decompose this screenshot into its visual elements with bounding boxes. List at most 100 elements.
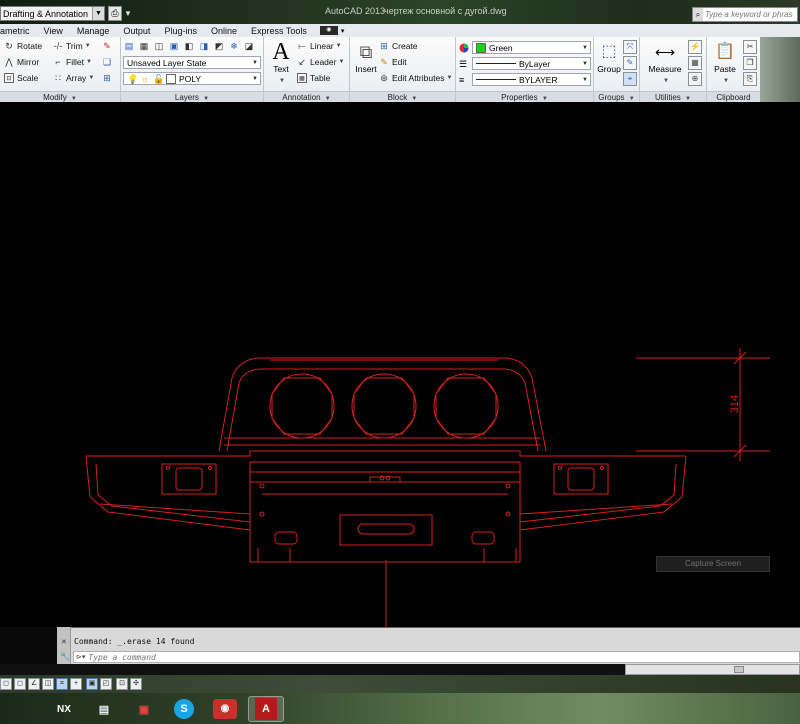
tab-online[interactable]: Online bbox=[204, 26, 244, 36]
tpy-icon[interactable]: ◰ bbox=[100, 678, 112, 690]
chevron-down-icon: ▼ bbox=[88, 75, 95, 81]
group-button[interactable]: ⬚ Group bbox=[596, 40, 622, 74]
tab-plug-ins[interactable]: Plug-ins bbox=[157, 26, 204, 36]
bumper-drawing: 314 bbox=[85, 348, 770, 627]
layer-state-dropdown[interactable]: Unsaved Layer State ▼ bbox=[123, 56, 261, 69]
clipboard-panel-title[interactable]: Clipboard bbox=[707, 91, 760, 102]
paste-button[interactable]: 📋 Paste ▼ bbox=[710, 40, 740, 84]
tab-manage[interactable]: Manage bbox=[70, 26, 117, 36]
utility-icon[interactable]: ▣ bbox=[126, 696, 162, 722]
tab-output[interactable]: Output bbox=[116, 26, 157, 36]
copy-objects-button[interactable]: ❏ bbox=[102, 57, 115, 67]
color-value: Green bbox=[489, 42, 513, 53]
drawing-canvas[interactable]: 314 Capture Screen bbox=[0, 102, 800, 627]
workspace-dropdown[interactable]: Drafting & Annotation ▼ bbox=[0, 6, 105, 21]
help-search-box[interactable]: ⌕ bbox=[692, 7, 798, 22]
table-button[interactable]: ▦ Table bbox=[297, 73, 330, 83]
fillet-button[interactable]: ⌐ Fillet ▼ bbox=[53, 57, 92, 67]
layer-freeze-icon[interactable]: ❄ bbox=[229, 41, 239, 51]
color-dropdown[interactable]: Green ▼ bbox=[472, 41, 591, 54]
command-input[interactable] bbox=[88, 652, 689, 662]
quick-select-icon[interactable]: ⚡ bbox=[688, 40, 702, 54]
sc-icon[interactable]: ✣ bbox=[130, 678, 142, 690]
command-prompt-icon[interactable]: ⊳▾ bbox=[76, 653, 85, 661]
copy-icon[interactable]: ❐ bbox=[743, 56, 757, 70]
plot-icon[interactable]: ⎙ bbox=[108, 6, 122, 21]
lineweight-dropdown[interactable]: BYLAYER ▼ bbox=[472, 73, 591, 86]
layer-off-icon[interactable]: ◪ bbox=[244, 41, 254, 51]
modify-panel-title[interactable]: Modify ▼ bbox=[0, 91, 120, 102]
text-button[interactable]: A Text ▼ bbox=[268, 40, 294, 84]
camera-app-icon[interactable]: ◉ bbox=[207, 696, 243, 722]
ducs-icon[interactable]: ⌗ bbox=[56, 678, 68, 690]
erase-button[interactable]: ✎ bbox=[102, 41, 115, 51]
make-current-icon[interactable]: ◫ bbox=[154, 41, 164, 51]
ungroup-icon[interactable]: ⤧ bbox=[623, 40, 637, 54]
calculator-icon[interactable]: ▦ bbox=[688, 56, 702, 70]
group-select-icon[interactable]: ⌖ bbox=[623, 72, 637, 86]
scrollbar-thumb[interactable] bbox=[734, 666, 744, 673]
otrack-icon[interactable]: ◫ bbox=[42, 678, 54, 690]
edit-attributes-button[interactable]: ⊛ Edit Attributes ▼ bbox=[379, 73, 452, 83]
measure-button[interactable]: ⟷ Measure ▼ bbox=[646, 40, 684, 84]
capture-screen-button[interactable]: Capture Screen bbox=[656, 556, 770, 572]
match-properties-icon[interactable] bbox=[459, 43, 469, 53]
layers-panel-title[interactable]: Layers ▼ bbox=[121, 91, 263, 102]
offset-button[interactable]: ⊞ bbox=[102, 73, 115, 83]
linear-button[interactable]: ⟝ Linear ▼ bbox=[297, 41, 341, 51]
layer-isolate-icon[interactable]: ◨ bbox=[199, 41, 209, 51]
trim-button[interactable]: -/- Trim ▼ bbox=[53, 41, 91, 51]
osnap-icon[interactable]: ∠ bbox=[28, 678, 40, 690]
copy-with-basepoint-icon[interactable]: ⎘ bbox=[743, 72, 757, 86]
layer-properties-icon[interactable]: ▤ bbox=[124, 41, 134, 51]
layer-dropdown[interactable]: 💡 ☼ 🔓 POLY ▼ bbox=[123, 72, 261, 85]
utilities-panel-title[interactable]: Utilities ▼ bbox=[640, 91, 706, 102]
groups-panel-title[interactable]: Groups ▼ bbox=[594, 91, 639, 102]
properties-panel-title[interactable]: Properties ▼ bbox=[456, 91, 593, 102]
horizontal-scrollbar[interactable] bbox=[625, 664, 800, 675]
chevron-down-icon[interactable]: ▾ bbox=[341, 27, 345, 35]
quick-access-dropdown-icon[interactable]: ▼ bbox=[124, 9, 132, 18]
layer-previous-icon[interactable]: ◧ bbox=[184, 41, 194, 51]
wrench-icon[interactable]: 🔧 bbox=[60, 652, 70, 661]
id-point-icon[interactable]: ⊕ bbox=[688, 72, 702, 86]
dyn-icon[interactable]: + bbox=[70, 678, 82, 690]
group-icon: ⬚ bbox=[601, 43, 617, 60]
cut-icon[interactable]: ✂ bbox=[743, 40, 757, 54]
linetype-dropdown[interactable]: ByLayer ▼ bbox=[472, 57, 591, 70]
scale-button[interactable]: ⊡ Scale bbox=[4, 73, 38, 83]
fillet-icon: ⌐ bbox=[55, 57, 61, 67]
qp-icon[interactable]: ⊡ bbox=[116, 678, 128, 690]
help-search-input[interactable] bbox=[703, 10, 793, 19]
annotation-panel-title[interactable]: Annotation ▼ bbox=[264, 91, 349, 102]
edit-block-button[interactable]: ✎ Edit bbox=[379, 57, 406, 67]
polar-icon[interactable]: ◻ bbox=[14, 678, 26, 690]
lwt-icon[interactable]: ▣ bbox=[86, 678, 98, 690]
layer-match-icon[interactable]: ▣ bbox=[169, 41, 179, 51]
create-block-button[interactable]: ⊞ Create bbox=[379, 41, 417, 51]
ortho-icon[interactable]: ◻ bbox=[0, 678, 12, 690]
tab-parametric[interactable]: Parametric bbox=[0, 26, 37, 36]
unlock-icon: 🔓 bbox=[153, 73, 165, 84]
tab-view[interactable]: View bbox=[37, 26, 70, 36]
layer-state-icon[interactable]: ▦ bbox=[139, 41, 149, 51]
leader-button[interactable]: ↙ Leader ▼ bbox=[297, 57, 344, 67]
tab-express-tools[interactable]: Express Tools bbox=[244, 26, 314, 36]
rotate-button[interactable]: ↻ Rotate bbox=[4, 41, 42, 51]
autocad-icon[interactable]: A bbox=[248, 696, 284, 722]
array-button[interactable]: ∷ Array ▼ bbox=[53, 73, 94, 83]
group-edit-icon[interactable]: ✎ bbox=[623, 56, 637, 70]
layer-unisolate-icon[interactable]: ◩ bbox=[214, 41, 224, 51]
command-history: Command: _.erase 14 found bbox=[74, 637, 195, 646]
command-input-box[interactable]: ⊳▾ bbox=[73, 651, 800, 663]
winch-fairlead bbox=[357, 523, 415, 535]
nx-icon[interactable]: NX bbox=[46, 696, 82, 722]
ribbon-minimize-toggle[interactable]: ◉ bbox=[319, 26, 338, 35]
skype-icon[interactable]: S bbox=[166, 696, 202, 722]
notepad-icon[interactable]: ▤ bbox=[86, 696, 122, 722]
insert-button[interactable]: ⧉ Insert bbox=[352, 40, 380, 74]
block-panel-title[interactable]: Block ▼ bbox=[350, 91, 455, 102]
modify-panel: ↻ Rotate -/- Trim ▼ ✎ ⋀ Mirror ⌐ Fillet ▼ ❏ ⊡ S… bbox=[0, 37, 121, 102]
close-icon[interactable]: ✕ bbox=[61, 638, 67, 646]
mirror-button[interactable]: ⋀ Mirror bbox=[4, 57, 39, 67]
